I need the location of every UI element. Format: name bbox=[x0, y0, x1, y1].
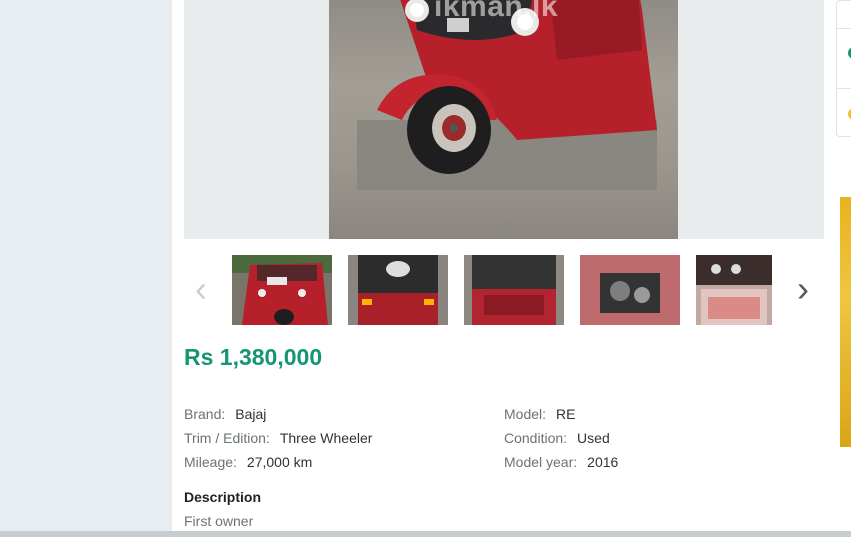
spec-label: Trim / Edition: bbox=[184, 430, 270, 446]
spec-mileage: Mileage: 27,000 km bbox=[184, 454, 312, 470]
ad-banner[interactable] bbox=[840, 197, 851, 447]
prev-arrow-icon[interactable]: ‹ bbox=[186, 271, 216, 307]
spec-value: 27,000 km bbox=[246, 454, 313, 470]
description-heading: Description bbox=[184, 489, 262, 505]
spec-label: Mileage: bbox=[184, 454, 237, 470]
spec-value: 2016 bbox=[587, 454, 619, 470]
spec-model: Model: RE bbox=[504, 406, 575, 422]
listing-main: ikman.lk ‹ › Rs 1,380,000 Brand: Bajaj T… bbox=[172, 0, 851, 531]
main-image[interactable] bbox=[329, 0, 678, 239]
next-arrow-icon[interactable]: › bbox=[788, 271, 818, 307]
spec-label: Condition: bbox=[504, 430, 568, 446]
spec-label: Brand: bbox=[184, 406, 226, 422]
spec-value: Three Wheeler bbox=[279, 430, 373, 446]
spec-condition: Condition: Used bbox=[504, 430, 610, 446]
spec-value: Used bbox=[577, 430, 610, 446]
spec-model-year: Model year: 2016 bbox=[504, 454, 618, 470]
spec-label: Model year: bbox=[504, 454, 578, 470]
spec-label: Model: bbox=[504, 406, 547, 422]
thumbnail-strip: ‹ › bbox=[184, 255, 824, 325]
spec-trim: Trim / Edition: Three Wheeler bbox=[184, 430, 372, 446]
spec-brand: Brand: Bajaj bbox=[184, 406, 266, 422]
watermark-logo: ikman.lk bbox=[434, 0, 559, 23]
thumbnail-engine-view[interactable] bbox=[580, 255, 680, 325]
thumbnail-rear-view-2[interactable] bbox=[464, 255, 564, 325]
thumbnail-rear-view-1[interactable] bbox=[348, 255, 448, 325]
thumbnail-interior-view[interactable] bbox=[696, 255, 772, 325]
spec-value: RE bbox=[556, 406, 576, 422]
vehicle-image bbox=[357, 0, 657, 190]
seller-card bbox=[836, 0, 851, 137]
horizontal-scrollbar[interactable] bbox=[0, 531, 851, 537]
price: Rs 1,380,000 bbox=[184, 344, 323, 370]
description-text: First owner bbox=[184, 513, 254, 529]
spec-value: Bajaj bbox=[235, 406, 267, 422]
thumbnail-front-view[interactable] bbox=[232, 255, 332, 325]
